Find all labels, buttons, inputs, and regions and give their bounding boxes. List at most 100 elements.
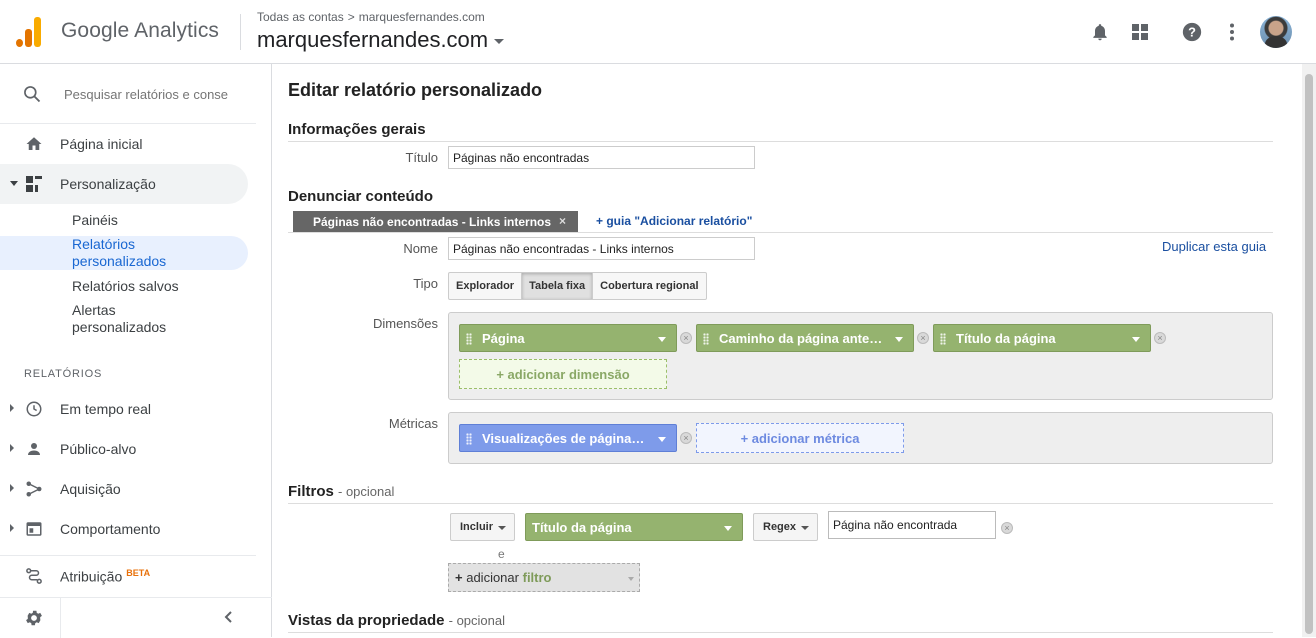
remove-filter-icon[interactable]: ×	[1001, 522, 1013, 534]
add-filter-word: filtro	[522, 570, 552, 585]
type-option-map-overlay[interactable]: Cobertura regional	[593, 273, 705, 299]
main-scrollbar[interactable]	[1302, 64, 1316, 637]
breadcrumb-account[interactable]: marquesfernandes.com	[359, 10, 485, 24]
remove-dimension-icon[interactable]: ×	[1154, 332, 1166, 344]
sidebar-item-audience[interactable]: Público-alvo	[0, 429, 248, 469]
remove-dimension-icon[interactable]: ×	[680, 332, 692, 344]
apps-grid-icon[interactable]	[1128, 20, 1152, 44]
bell-icon[interactable]	[1088, 20, 1112, 44]
sidebar-item-label: Público-alvo	[60, 441, 137, 457]
add-report-tab-link[interactable]: + guia "Adicionar relatório"	[596, 214, 752, 228]
sidebar-item-label: Comportamento	[60, 521, 161, 537]
sidebar: Página inicial Personalização Painéis Re…	[0, 64, 272, 638]
sub-item-line: personalizados	[72, 253, 167, 269]
more-vert-icon[interactable]	[1220, 20, 1244, 44]
sidebar-item-realtime[interactable]: Em tempo real	[0, 389, 248, 429]
optional-label: - opcional	[448, 613, 505, 628]
section-divider	[288, 141, 1273, 142]
sub-item-custom-alerts[interactable]: Alertas personalizados	[72, 302, 166, 336]
expand-right-icon	[10, 404, 14, 412]
chevron-down-icon[interactable]	[895, 337, 903, 342]
property-views-heading: Vistas da propriedade - opcional	[288, 612, 505, 629]
drag-handle-icon[interactable]	[466, 333, 472, 345]
sidebar-footer	[0, 597, 272, 638]
sub-item-saved-reports[interactable]: Relatórios salvos	[72, 278, 179, 295]
drag-handle-icon[interactable]	[940, 333, 946, 345]
filter-value-input[interactable]	[828, 511, 996, 539]
add-filter-button[interactable]: + adicionar filtro	[448, 563, 640, 592]
section-divider	[288, 503, 1273, 504]
report-tab-active[interactable]: Páginas não encontradas - Links internos…	[293, 211, 578, 232]
duplicate-tab-link[interactable]: Duplicar esta guia	[1162, 239, 1266, 254]
remove-metric-icon[interactable]: ×	[680, 432, 692, 444]
title-label: Título	[405, 150, 438, 165]
account-selector[interactable]: marquesfernandes.com	[257, 27, 505, 53]
metric-chip[interactable]: Visualizações de página…	[459, 424, 677, 452]
tab-name-input[interactable]	[448, 237, 755, 260]
close-tab-icon[interactable]: ×	[559, 214, 566, 228]
chevron-down-icon	[724, 526, 732, 531]
behavior-window-icon	[24, 519, 44, 539]
section-divider	[288, 632, 1273, 633]
dimension-chip[interactable]: Caminho da página ante…	[696, 324, 914, 352]
chevron-down-icon[interactable]	[658, 437, 666, 442]
dimension-chip[interactable]: Título da página	[933, 324, 1151, 352]
sidebar-search	[0, 64, 256, 124]
sidebar-item-label: Em tempo real	[60, 401, 152, 417]
sidebar-item-attribution[interactable]: Atribuição BETA	[0, 556, 248, 596]
app-title[interactable]: Google Analytics	[61, 19, 219, 43]
type-label: Tipo	[413, 276, 438, 291]
search-icon[interactable]	[22, 84, 42, 109]
sub-item-dashboards[interactable]: Painéis	[72, 212, 118, 229]
sub-item-custom-reports[interactable]: Relatórios personalizados	[72, 236, 166, 270]
analytics-logo-icon[interactable]	[16, 17, 42, 47]
breadcrumb-separator: >	[347, 10, 355, 24]
gear-icon[interactable]	[24, 608, 44, 633]
chevron-down-icon[interactable]	[658, 337, 666, 342]
sidebar-item-home[interactable]: Página inicial	[0, 124, 248, 164]
sidebar-item-label: Página inicial	[60, 136, 143, 152]
dashboard-icon	[24, 174, 44, 194]
report-title-input[interactable]	[448, 146, 755, 169]
sub-item-line: Alertas	[72, 302, 116, 318]
filter-dimension-select[interactable]: Título da página	[525, 513, 743, 541]
user-avatar[interactable]	[1260, 16, 1292, 48]
filter-match-select[interactable]: Regex	[753, 513, 818, 541]
sidebar-item-label: Aquisição	[60, 481, 121, 497]
optional-label: - opcional	[338, 484, 395, 499]
sidebar-item-acquisition[interactable]: Aquisição	[0, 469, 248, 509]
add-metric-button[interactable]: + adicionar métrica	[696, 423, 904, 453]
metric-label: Visualizações de página…	[482, 430, 645, 446]
breadcrumb[interactable]: Todas as contas > marquesfernandes.com	[257, 10, 485, 24]
scrollbar-thumb[interactable]	[1305, 74, 1313, 634]
drag-handle-icon[interactable]	[703, 333, 709, 345]
sidebar-item-behavior[interactable]: Comportamento	[0, 509, 248, 549]
help-icon[interactable]: ?	[1180, 20, 1204, 44]
chevron-left-icon[interactable]	[222, 610, 236, 629]
main-content: Editar relatório personalizado Informaçõ…	[272, 64, 1302, 637]
chevron-down-icon	[498, 526, 506, 530]
add-dimension-button[interactable]: + adicionar dimensão	[459, 359, 667, 389]
footer-divider	[60, 598, 61, 638]
type-option-explorer[interactable]: Explorador	[449, 273, 523, 299]
add-filter-plus: +	[455, 570, 463, 585]
dimension-chip[interactable]: Página	[459, 324, 677, 352]
page-title: Editar relatório personalizado	[288, 80, 543, 100]
type-option-flat-table[interactable]: Tabela fixa	[522, 273, 594, 299]
caret-down-icon	[494, 39, 505, 44]
expand-right-icon	[10, 484, 14, 492]
chevron-down-icon[interactable]	[1132, 337, 1140, 342]
filter-mode-select[interactable]: Incluir	[450, 513, 515, 541]
sidebar-item-customization[interactable]: Personalização	[0, 164, 248, 204]
filters-title: Filtros	[288, 483, 334, 500]
filter-dimension-label: Título da página	[532, 519, 632, 535]
breadcrumb-root[interactable]: Todas as contas	[257, 10, 344, 24]
expand-down-icon	[10, 181, 18, 186]
remove-dimension-icon[interactable]: ×	[917, 332, 929, 344]
filter-mode-label: Incluir	[460, 521, 494, 533]
search-input[interactable]	[64, 83, 228, 105]
drag-handle-icon[interactable]	[466, 433, 472, 445]
dimension-label: Caminho da página ante…	[719, 330, 883, 346]
general-info-heading: Informações gerais	[288, 121, 426, 138]
acquisition-icon	[24, 479, 44, 499]
